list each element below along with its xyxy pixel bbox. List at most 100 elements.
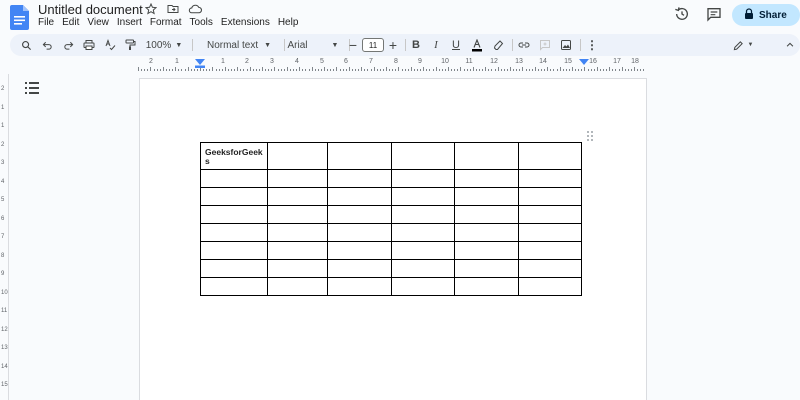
table-cell[interactable]: [267, 259, 328, 278]
table-cell[interactable]: [518, 259, 582, 278]
table-cell[interactable]: [267, 277, 328, 296]
menu-format[interactable]: Format: [146, 16, 186, 30]
table-cell[interactable]: GeeksforGeeks: [200, 142, 268, 170]
document-table[interactable]: GeeksforGeeks: [200, 142, 582, 296]
text-color-icon[interactable]: [469, 34, 485, 56]
table-cell[interactable]: [454, 241, 519, 260]
table-cell[interactable]: [267, 169, 328, 188]
menu-help[interactable]: Help: [274, 16, 303, 30]
ruler-tick: [271, 69, 273, 71]
right-indent-marker-icon[interactable]: [579, 59, 589, 68]
decrease-font-size-icon[interactable]: −: [345, 34, 361, 56]
table-cell[interactable]: [391, 187, 455, 206]
table-cell[interactable]: [518, 205, 582, 224]
share-button[interactable]: Share: [732, 4, 800, 26]
table-cell[interactable]: [391, 169, 455, 188]
table-cell[interactable]: [200, 169, 268, 188]
more-options-icon[interactable]: ⋮: [584, 34, 600, 56]
table-cell[interactable]: [454, 277, 519, 296]
table-cell[interactable]: [327, 223, 392, 242]
search-menus-icon[interactable]: [18, 34, 34, 56]
vertical-ruler-label: 13: [1, 345, 8, 351]
table-cell[interactable]: [200, 187, 268, 206]
table-cell[interactable]: [267, 241, 328, 260]
bold-icon[interactable]: B: [408, 34, 424, 56]
font-select[interactable]: Arial ▼: [282, 34, 344, 56]
table-cell[interactable]: [200, 259, 268, 278]
table-cell[interactable]: [327, 241, 392, 260]
add-comment-icon[interactable]: [537, 34, 553, 56]
editing-mode-button[interactable]: ▼: [728, 34, 758, 56]
ruler-tick: [454, 69, 456, 71]
table-cell[interactable]: [391, 241, 455, 260]
table-cell[interactable]: [518, 169, 582, 188]
table-cell[interactable]: [327, 205, 392, 224]
menu-view[interactable]: View: [83, 16, 113, 30]
table-cell[interactable]: [518, 241, 582, 260]
ruler-tick: [590, 69, 592, 71]
table-cell[interactable]: [454, 223, 519, 242]
menu-extensions[interactable]: Extensions: [217, 16, 274, 30]
table-cell[interactable]: [518, 223, 582, 242]
table-cell[interactable]: [327, 187, 392, 206]
table-cell[interactable]: [200, 223, 268, 242]
table-drag-handle-icon[interactable]: [585, 130, 595, 142]
table-cell[interactable]: [267, 205, 328, 224]
table-cell[interactable]: [391, 223, 455, 242]
spellcheck-icon[interactable]: [102, 34, 118, 56]
italic-icon[interactable]: I: [428, 34, 444, 56]
left-indent-marker-icon[interactable]: [195, 59, 205, 68]
table-cell[interactable]: [454, 169, 519, 188]
table-cell[interactable]: [391, 205, 455, 224]
table-cell[interactable]: [200, 241, 268, 260]
cloud-status-icon[interactable]: [188, 2, 202, 16]
table-cell[interactable]: [267, 142, 328, 170]
table-cell[interactable]: [454, 205, 519, 224]
collapse-toolbar-icon[interactable]: [782, 34, 798, 56]
table-cell[interactable]: [454, 187, 519, 206]
font-size-input[interactable]: 11: [362, 38, 384, 52]
zoom-select[interactable]: 100% ▼: [143, 34, 185, 56]
menu-tools[interactable]: Tools: [186, 16, 217, 30]
highlight-icon[interactable]: [490, 34, 506, 56]
table-cell[interactable]: [200, 205, 268, 224]
menu-insert[interactable]: Insert: [113, 16, 146, 30]
table-cell[interactable]: [454, 142, 519, 170]
horizontal-ruler[interactable]: 2 1 1 2 3 4 5 6 7 8 9 10 11 12 13 14 15 16 17 18: [138, 58, 648, 71]
table-cell[interactable]: [518, 277, 582, 296]
redo-icon[interactable]: [60, 34, 76, 56]
table-cell[interactable]: [267, 223, 328, 242]
document-outline-icon[interactable]: [25, 82, 39, 94]
menu-file[interactable]: File: [38, 16, 58, 30]
style-select[interactable]: Normal text ▼: [198, 34, 280, 56]
table-cell[interactable]: [518, 187, 582, 206]
paint-format-icon[interactable]: [122, 34, 138, 56]
table-row: [200, 169, 582, 188]
table-cell[interactable]: [391, 277, 455, 296]
comment-icon[interactable]: [703, 3, 725, 25]
table-cell[interactable]: [391, 259, 455, 278]
table-cell[interactable]: [327, 169, 392, 188]
move-folder-icon[interactable]: [166, 2, 180, 16]
ruler-tick: [392, 69, 394, 71]
table-cell[interactable]: [327, 277, 392, 296]
version-history-icon[interactable]: [671, 3, 693, 25]
table-cell[interactable]: [391, 142, 455, 170]
table-cell[interactable]: [518, 142, 582, 170]
ruler-tick: [528, 69, 530, 71]
table-cell[interactable]: [267, 187, 328, 206]
underline-icon[interactable]: U: [448, 34, 464, 56]
print-icon[interactable]: [81, 34, 97, 56]
insert-image-icon[interactable]: [558, 34, 574, 56]
increase-font-size-icon[interactable]: +: [385, 34, 401, 56]
menu-edit[interactable]: Edit: [58, 16, 83, 30]
table-cell[interactable]: [327, 259, 392, 278]
vertical-ruler[interactable]: 2 1 1 2 3 4 5 6 7 8 9 10 11 12 13 14 15: [0, 74, 9, 400]
table-cell[interactable]: [327, 142, 392, 170]
table-cell[interactable]: [454, 259, 519, 278]
table-cell[interactable]: [200, 277, 268, 296]
insert-link-icon[interactable]: [516, 34, 532, 56]
undo-icon[interactable]: [39, 34, 55, 56]
star-icon[interactable]: [144, 2, 158, 16]
docs-logo-icon[interactable]: [10, 5, 29, 30]
